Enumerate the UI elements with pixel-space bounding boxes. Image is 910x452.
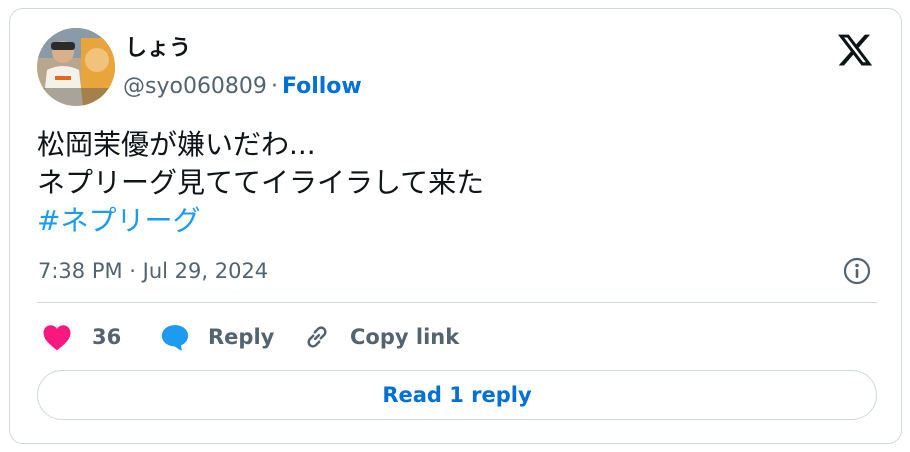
- separator-dot: ·: [270, 74, 278, 99]
- x-logo-icon[interactable]: [836, 31, 874, 69]
- tweet-card: しょう @syo060809 · Follow 松岡茉優が嫌いだわ... ネプリーグ…: [9, 8, 902, 444]
- tweet-text: 松岡茉優が嫌いだわ... ネプリーグ見ててイライラして来た #ネプリーグ: [37, 126, 484, 240]
- reply-label: Reply: [208, 325, 275, 349]
- speech-bubble-icon: [161, 325, 189, 351]
- divider: [37, 302, 877, 303]
- hashtag-link[interactable]: #ネプリーグ: [37, 202, 484, 240]
- link-icon: [307, 326, 327, 348]
- read-reply-button[interactable]: Read 1 reply: [37, 370, 877, 420]
- like-button[interactable]: 36: [42, 319, 121, 355]
- avatar-photo: [37, 28, 115, 106]
- tweet-line-2: ネプリーグ見ててイライラして来た: [37, 166, 485, 199]
- timestamp-link[interactable]: 7:38 PM · Jul 29, 2024: [38, 257, 268, 285]
- heart-icon: [43, 325, 71, 351]
- like-count: 36: [92, 325, 122, 349]
- tweet-line-1: 松岡茉優が嫌いだわ...: [37, 128, 316, 161]
- reply-button[interactable]: Reply: [160, 319, 274, 355]
- display-name[interactable]: しょう: [125, 35, 191, 63]
- handle-row: @syo060809 · Follow: [123, 73, 362, 101]
- follow-button[interactable]: Follow: [282, 74, 362, 99]
- user-handle[interactable]: @syo060809: [123, 74, 267, 99]
- copy-link-label: Copy link: [350, 325, 460, 349]
- copy-link-button[interactable]: Copy link: [302, 319, 459, 355]
- avatar[interactable]: [37, 28, 115, 106]
- info-icon[interactable]: [842, 256, 872, 286]
